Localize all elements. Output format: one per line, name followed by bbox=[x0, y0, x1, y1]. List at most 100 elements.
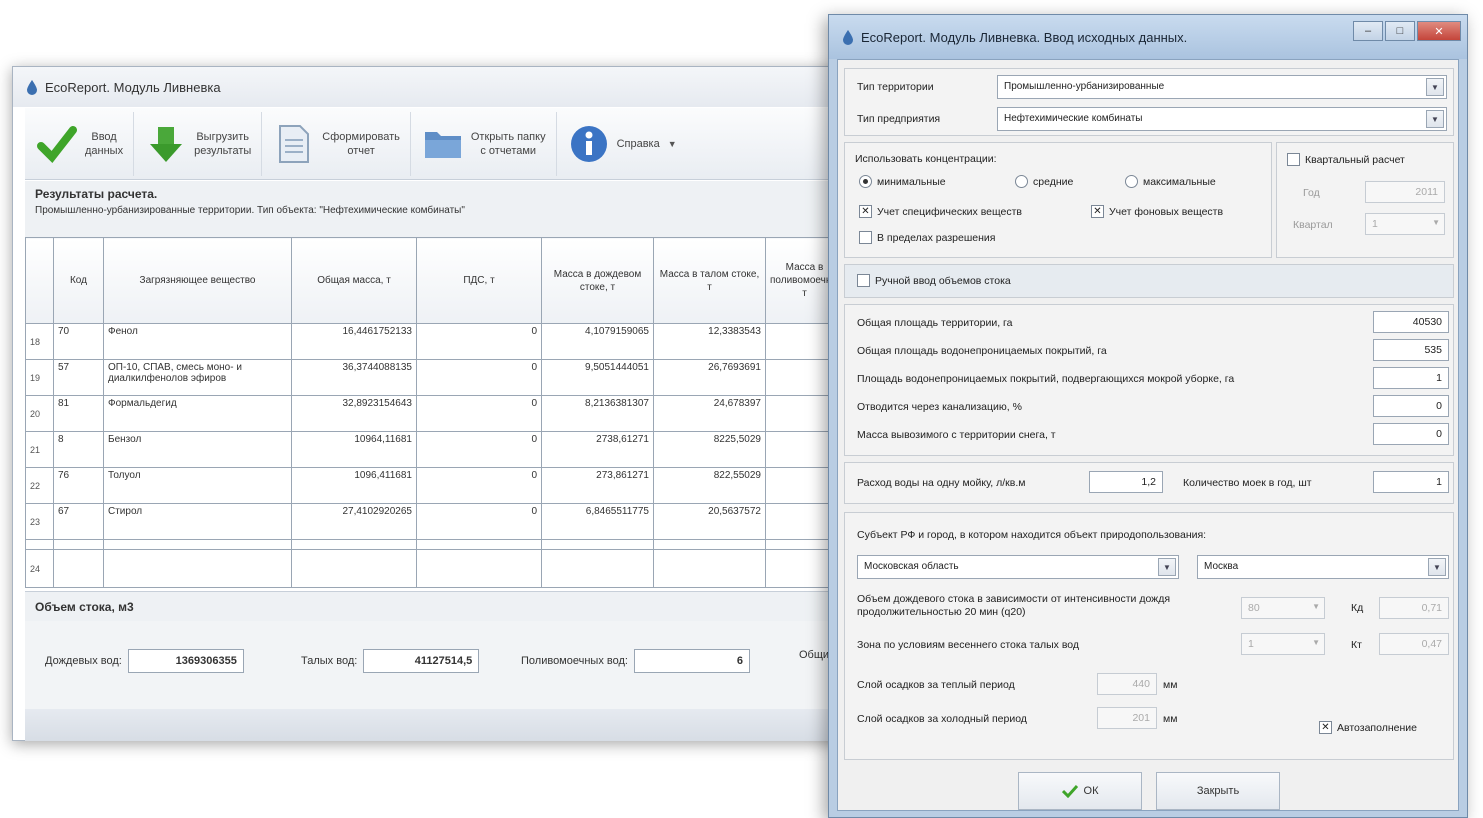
maximize-icon[interactable]: □ bbox=[1385, 21, 1415, 41]
chevron-down-icon[interactable]: ▼ bbox=[1158, 558, 1176, 576]
ok-button[interactable]: ОК bbox=[1018, 772, 1142, 810]
area-wash-field[interactable]: 1 bbox=[1373, 367, 1449, 389]
autofill-checkbox[interactable]: ✕ Автозаполнение bbox=[1319, 721, 1417, 734]
territory-select[interactable]: Промышленно-урбанизированные ▼ bbox=[997, 75, 1447, 99]
cell-melt[interactable]: 12,3383543 bbox=[653, 323, 766, 360]
snow-zone-select[interactable]: 1 ▼ bbox=[1241, 633, 1325, 655]
cell-pds[interactable]: 0 bbox=[416, 467, 542, 504]
input-data-button[interactable]: Ввод данных bbox=[25, 111, 135, 176]
cell-substance[interactable]: Толуол bbox=[103, 467, 292, 504]
column-header[interactable]: Код bbox=[53, 237, 104, 324]
chevron-down-icon[interactable]: ▼ bbox=[1312, 638, 1320, 647]
checkbox[interactable]: ✕ bbox=[1319, 721, 1332, 734]
table-row[interactable]: 21 8 Бензол 10964,11681 0 2738,61271 822… bbox=[25, 431, 844, 468]
cell-total[interactable]: 16,4461752133 bbox=[291, 323, 417, 360]
within-permit-checkbox[interactable]: В пределах разрешения bbox=[859, 231, 995, 244]
cell-substance[interactable]: ОП-10, СПАВ, смесь моно- и диалкилфеноло… bbox=[103, 359, 292, 396]
radio-min[interactable]: минимальные bbox=[859, 175, 946, 188]
cell-rain[interactable]: 8,2136381307 bbox=[541, 395, 654, 432]
quarter-select[interactable]: 1 ▼ bbox=[1365, 213, 1445, 235]
chevron-down-icon[interactable]: ▼ bbox=[1426, 78, 1444, 96]
cell-rain[interactable]: 273,861271 bbox=[541, 467, 654, 504]
chevron-down-icon[interactable]: ▼ bbox=[1426, 110, 1444, 128]
column-header[interactable]: Общая масса, т bbox=[291, 237, 417, 324]
cell-rain[interactable]: 2738,61271 bbox=[541, 431, 654, 468]
table-row[interactable]: 20 81 Формальдегид 32,8923154643 0 8,213… bbox=[25, 395, 844, 432]
wash-volume-field[interactable]: 6 bbox=[633, 649, 750, 673]
radio-button[interactable] bbox=[859, 175, 872, 188]
table-row[interactable]: 19 57 ОП-10, СПАВ, смесь моно- и диалкил… bbox=[25, 359, 844, 396]
radio-button[interactable] bbox=[1015, 175, 1028, 188]
radio-avg[interactable]: средние bbox=[1015, 175, 1073, 188]
cell-code[interactable]: 81 bbox=[53, 395, 104, 432]
manual-volume-checkbox[interactable]: Ручной ввод объемов стока bbox=[857, 274, 1011, 287]
chevron-down-icon[interactable]: ▼ bbox=[1312, 602, 1320, 611]
checkbox[interactable]: ✕ bbox=[1091, 205, 1104, 218]
enterprise-select[interactable]: Нефтехимические комбинаты ▼ bbox=[997, 107, 1447, 131]
radio-max[interactable]: максимальные bbox=[1125, 175, 1216, 188]
cell-pds[interactable]: 0 bbox=[416, 431, 542, 468]
snow-field[interactable]: 0 bbox=[1373, 423, 1449, 445]
cell-code[interactable]: 57 bbox=[53, 359, 104, 396]
wash-count-field[interactable]: 1 bbox=[1373, 471, 1449, 493]
checkbox[interactable] bbox=[857, 274, 870, 287]
minimize-icon[interactable]: – bbox=[1353, 21, 1383, 41]
cell-code[interactable]: 8 bbox=[53, 431, 104, 468]
sewer-field[interactable]: 0 bbox=[1373, 395, 1449, 417]
cell-code[interactable]: 67 bbox=[53, 503, 104, 540]
background-substances-checkbox[interactable]: ✕ Учет фоновых веществ bbox=[1091, 205, 1223, 218]
water-rate-field[interactable]: 1,2 bbox=[1089, 471, 1163, 493]
cell-melt[interactable]: 24,678397 bbox=[653, 395, 766, 432]
kd-field[interactable]: 0,71 bbox=[1379, 597, 1449, 619]
table-row[interactable]: 18 70 Фенол 16,4461752133 0 4,1079159065… bbox=[25, 323, 844, 360]
cell-rain[interactable]: 9,5051444051 bbox=[541, 359, 654, 396]
export-results-button[interactable]: Выгрузить результаты bbox=[134, 111, 263, 176]
area-total-field[interactable]: 40530 bbox=[1373, 311, 1449, 333]
table-row[interactable]: 23 67 Стирол 27,4102920265 0 6,846551177… bbox=[25, 503, 844, 540]
kt-field[interactable]: 0,47 bbox=[1379, 633, 1449, 655]
cell-rain[interactable]: 4,1079159065 bbox=[541, 323, 654, 360]
cell-pds[interactable]: 0 bbox=[416, 323, 542, 360]
cell-total[interactable]: 32,8923154643 bbox=[291, 395, 417, 432]
open-reports-folder-button[interactable]: Открыть папку с отчетами bbox=[411, 111, 557, 176]
specific-substances-checkbox[interactable]: ✕ Учет специфических веществ bbox=[859, 205, 1022, 218]
generate-report-button[interactable]: Сформировать отчет bbox=[262, 111, 411, 176]
cell-pds[interactable]: 0 bbox=[416, 395, 542, 432]
cell-melt[interactable]: 20,5637572 bbox=[653, 503, 766, 540]
column-header[interactable]: Масса в талом стоке, т bbox=[653, 237, 766, 324]
cell-substance[interactable]: Фенол bbox=[103, 323, 292, 360]
table-row[interactable]: 22 76 Толуол 1096,411681 0 273,861271 82… bbox=[25, 467, 844, 504]
close-icon[interactable]: ✕ bbox=[1417, 21, 1461, 41]
cell-substance[interactable]: Формальдегид bbox=[103, 395, 292, 432]
cell-total[interactable]: 36,3744088135 bbox=[291, 359, 417, 396]
column-header[interactable]: ПДС, т bbox=[416, 237, 542, 324]
cell-pds[interactable]: 0 bbox=[416, 359, 542, 396]
column-header[interactable]: Загрязняющее вещество bbox=[103, 237, 292, 324]
cell-melt[interactable]: 26,7693691 bbox=[653, 359, 766, 396]
column-header[interactable]: Масса в дождевом стоке, т bbox=[541, 237, 654, 324]
cell-total[interactable]: 10964,11681 bbox=[291, 431, 417, 468]
radio-button[interactable] bbox=[1125, 175, 1138, 188]
cell-melt[interactable]: 822,55029 bbox=[653, 467, 766, 504]
warm-period-field[interactable]: 440 bbox=[1097, 673, 1157, 695]
melt-volume-field[interactable]: 41127514,5 bbox=[363, 649, 480, 673]
rain-dependency-select[interactable]: 80 ▼ bbox=[1241, 597, 1325, 619]
cell-pds[interactable]: 0 bbox=[416, 503, 542, 540]
cell-code[interactable]: 76 bbox=[53, 467, 104, 504]
cell-substance[interactable]: Стирол bbox=[103, 503, 292, 540]
cell-code[interactable]: 70 bbox=[53, 323, 104, 360]
cold-period-field[interactable]: 201 bbox=[1097, 707, 1157, 729]
chevron-down-icon[interactable]: ▼ bbox=[1428, 558, 1446, 576]
city-select[interactable]: Москва ▼ bbox=[1197, 555, 1449, 579]
cell-melt[interactable]: 8225,5029 bbox=[653, 431, 766, 468]
checkbox[interactable] bbox=[1287, 153, 1300, 166]
year-field[interactable]: 2011 bbox=[1365, 181, 1445, 203]
region-select[interactable]: Московская область ▼ bbox=[857, 555, 1179, 579]
cell-substance[interactable]: Бензол bbox=[103, 431, 292, 468]
checkbox[interactable] bbox=[859, 231, 872, 244]
rain-volume-field[interactable]: 1369306355 bbox=[127, 649, 244, 673]
help-button[interactable]: Справка ▼ bbox=[557, 112, 687, 176]
close-button[interactable]: Закрыть bbox=[1156, 772, 1280, 810]
cell-rain[interactable]: 6,8465511775 bbox=[541, 503, 654, 540]
area-impervious-field[interactable]: 535 bbox=[1373, 339, 1449, 361]
